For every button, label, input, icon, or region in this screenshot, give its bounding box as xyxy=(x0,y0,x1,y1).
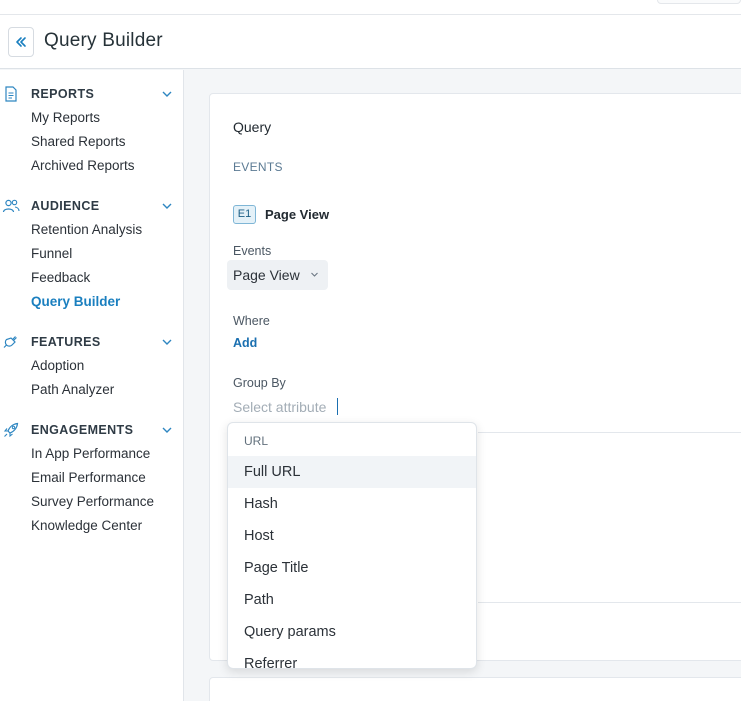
divider xyxy=(478,602,741,603)
sidebar-section-header-engagements[interactable]: ENGAGEMENTS xyxy=(0,418,184,442)
sidebar-item-path-analyzer[interactable]: Path Analyzer xyxy=(0,378,184,402)
dropdown-option-page-title[interactable]: Page Title xyxy=(228,552,476,584)
chevron-down-icon xyxy=(162,203,172,209)
sidebar-section-features: FEATURES Adoption Path Analyzer xyxy=(0,330,184,402)
dropdown-option-hash[interactable]: Hash xyxy=(228,488,476,520)
events-heading: EVENTS xyxy=(233,160,283,174)
event-name: Page View xyxy=(265,207,330,222)
sidebar-item-retention-analysis[interactable]: Retention Analysis xyxy=(0,218,184,242)
sidebar-section-title: FEATURES xyxy=(31,335,101,349)
chevron-down-icon xyxy=(162,339,172,345)
top-bar xyxy=(0,0,741,15)
users-icon xyxy=(2,199,20,213)
dropdown-group-label: URL xyxy=(244,434,269,448)
sidebar: REPORTS My Reports Shared Reports Archiv… xyxy=(0,70,184,701)
sidebar-section-reports: REPORTS My Reports Shared Reports Archiv… xyxy=(0,82,184,178)
attribute-dropdown: URL Full URL Hash Host Page Title Path Q… xyxy=(227,422,477,669)
page-title: Query Builder xyxy=(44,30,163,51)
plug-icon xyxy=(3,336,17,348)
sidebar-section-header-reports[interactable]: REPORTS xyxy=(0,82,184,106)
results-card xyxy=(209,677,741,701)
page-header: Query Builder xyxy=(0,15,741,69)
double-chevron-left-icon xyxy=(16,37,26,47)
sidebar-item-funnel[interactable]: Funnel xyxy=(0,242,184,266)
sidebar-item-query-builder[interactable]: Query Builder xyxy=(0,290,184,314)
group-by-label: Group By xyxy=(233,376,286,390)
sidebar-item-survey-performance[interactable]: Survey Performance xyxy=(0,490,184,514)
events-select-value: Page View xyxy=(233,267,300,283)
chevron-down-icon xyxy=(311,272,318,277)
sidebar-section-title: REPORTS xyxy=(31,87,95,101)
rocket-icon xyxy=(3,422,19,438)
events-select[interactable]: Page View xyxy=(227,260,328,290)
sidebar-item-feedback[interactable]: Feedback xyxy=(0,266,184,290)
query-title: Query xyxy=(233,119,272,135)
chevron-down-icon xyxy=(162,427,172,433)
sidebar-section-header-audience[interactable]: AUDIENCE xyxy=(0,194,184,218)
dropdown-option-full-url[interactable]: Full URL xyxy=(228,456,476,488)
sidebar-section-title: AUDIENCE xyxy=(31,199,100,213)
dropdown-option-query-params[interactable]: Query params xyxy=(228,616,476,648)
divider xyxy=(478,432,741,433)
where-label: Where xyxy=(233,314,270,328)
dropdown-option-path[interactable]: Path xyxy=(228,584,476,616)
top-bar-control[interactable] xyxy=(657,0,741,4)
event-badge: E1 xyxy=(233,205,256,224)
group-by-attribute-input[interactable] xyxy=(233,398,353,416)
dropdown-option-referrer[interactable]: Referrer xyxy=(228,648,476,668)
dropdown-options: Full URL Hash Host Page Title Path Query… xyxy=(228,456,476,668)
sidebar-item-shared-reports[interactable]: Shared Reports xyxy=(0,130,184,154)
sidebar-item-in-app-performance[interactable]: In App Performance xyxy=(0,442,184,466)
chevron-down-icon xyxy=(162,91,172,97)
sidebar-item-my-reports[interactable]: My Reports xyxy=(0,106,184,130)
text-caret xyxy=(337,398,338,415)
sidebar-item-knowledge-center[interactable]: Knowledge Center xyxy=(0,514,184,538)
document-icon xyxy=(5,86,17,102)
sidebar-item-archived-reports[interactable]: Archived Reports xyxy=(0,154,184,178)
sidebar-section-header-features[interactable]: FEATURES xyxy=(0,330,184,354)
dropdown-option-host[interactable]: Host xyxy=(228,520,476,552)
sidebar-section-engagements: ENGAGEMENTS In App Performance Email Per… xyxy=(0,418,184,538)
sidebar-item-email-performance[interactable]: Email Performance xyxy=(0,466,184,490)
events-label: Events xyxy=(233,244,272,258)
sidebar-item-adoption[interactable]: Adoption xyxy=(0,354,184,378)
collapse-sidebar-button[interactable] xyxy=(8,27,34,57)
sidebar-section-audience: AUDIENCE Retention Analysis Funnel Feedb… xyxy=(0,194,184,314)
where-add-link[interactable]: Add xyxy=(233,336,257,350)
sidebar-section-title: ENGAGEMENTS xyxy=(31,423,134,437)
